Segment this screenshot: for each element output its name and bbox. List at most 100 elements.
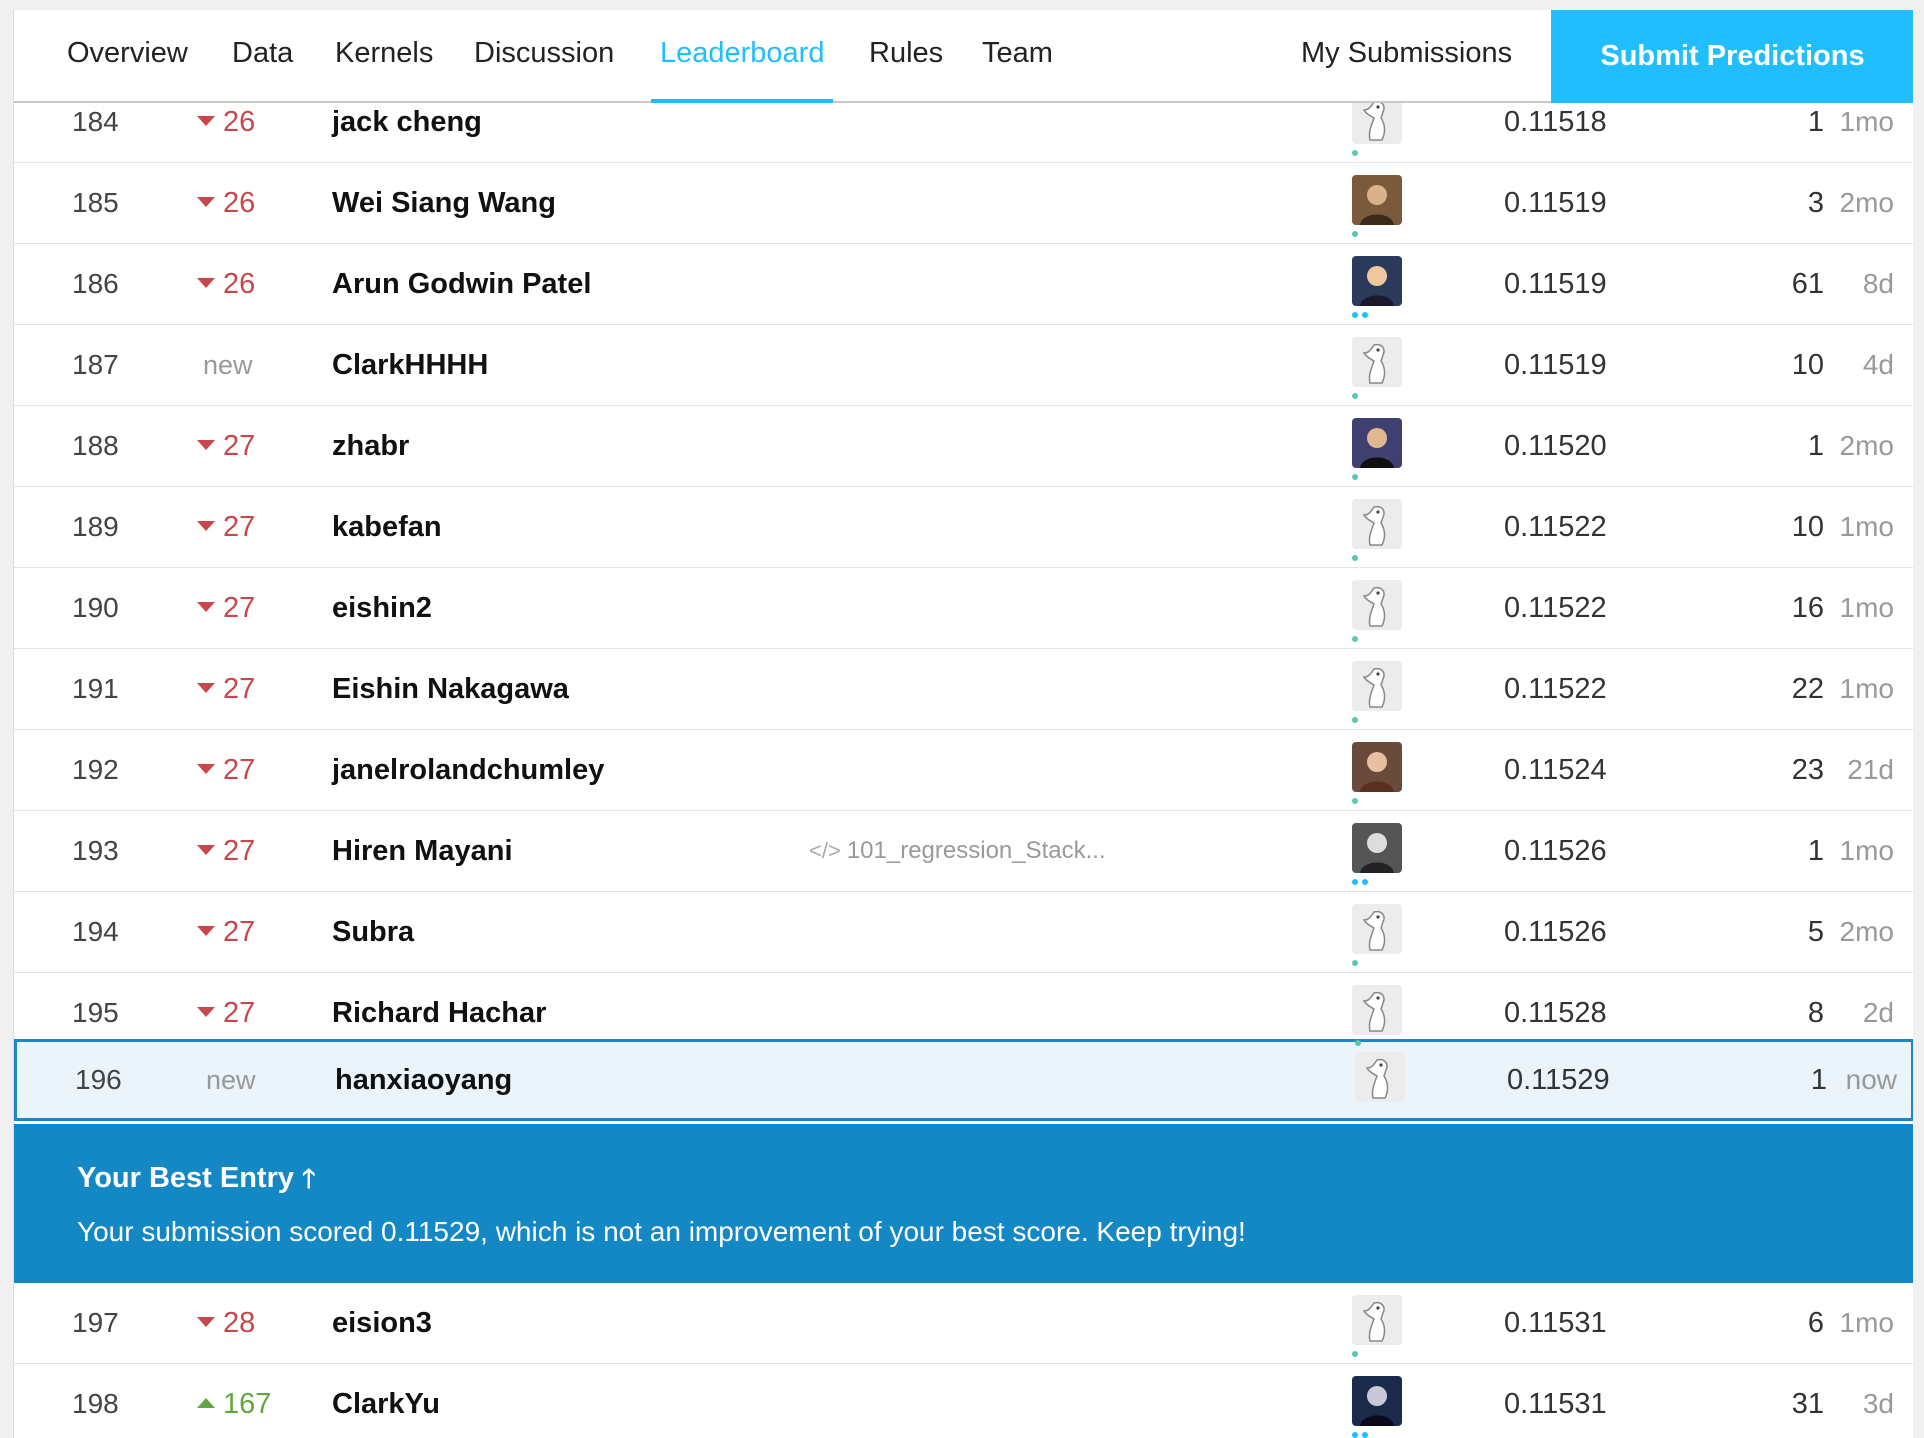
rank-change-cell: 27 xyxy=(197,892,297,972)
rank-cell: 198 xyxy=(72,1388,119,1419)
last-submission-cell: 1mo xyxy=(1839,673,1894,704)
tier-indicator xyxy=(1352,1351,1362,1357)
triangle-down-icon xyxy=(197,521,215,532)
kaggle-bird-icon[interactable] xyxy=(1355,1052,1405,1102)
tier-dot xyxy=(1362,312,1368,318)
rank-change-value: 27 xyxy=(223,754,256,786)
rank-change-value: 27 xyxy=(223,835,256,867)
last-submission-cell: now xyxy=(1845,1064,1897,1095)
table-row[interactable]: 187 new ClarkHHHH 0.11519 10 4d xyxy=(14,325,1913,406)
triangle-down-icon xyxy=(197,197,215,208)
avatar[interactable] xyxy=(1352,1376,1402,1426)
rank-change-value: 28 xyxy=(223,1307,256,1339)
kaggle-bird-icon[interactable] xyxy=(1352,904,1402,954)
tab-rules[interactable]: Rules xyxy=(869,10,943,103)
rank-cell: 192 xyxy=(72,754,119,785)
my-entry-row[interactable]: 196 new hanxiaoyang 0.11529 1 now xyxy=(14,1039,1913,1121)
table-row[interactable]: 189 27 kabefan 0.11522 10 1mo xyxy=(14,487,1913,568)
kaggle-bird-icon[interactable] xyxy=(1352,337,1402,387)
team-name-link[interactable]: zhabr xyxy=(332,406,1032,486)
tab-discussion[interactable]: Discussion xyxy=(474,10,614,103)
team-name-link[interactable]: eision3 xyxy=(332,1283,1032,1363)
submit-predictions-button[interactable]: Submit Predictions xyxy=(1551,10,1913,103)
table-row[interactable]: 191 27 Eishin Nakagawa 0.11522 22 1mo xyxy=(14,649,1913,730)
kernel-link[interactable]: </> 101_regression_Stack... xyxy=(809,811,1139,891)
tier-dot xyxy=(1352,474,1358,480)
team-name-link[interactable]: ClarkHHHH xyxy=(332,325,1032,405)
tier-dot xyxy=(1352,636,1358,642)
team-name-link[interactable]: Arun Godwin Patel xyxy=(332,244,1032,324)
banner-message: Your submission scored 0.11529, which is… xyxy=(77,1216,1246,1247)
avatar[interactable] xyxy=(1352,418,1402,468)
my-submissions-link[interactable]: My Submissions xyxy=(1301,10,1512,103)
last-submission-cell: 1mo xyxy=(1839,1307,1894,1338)
team-name-link[interactable]: eishin2 xyxy=(332,568,1032,648)
tier-indicator xyxy=(1355,1040,1365,1046)
tier-indicator xyxy=(1352,231,1362,237)
table-row[interactable]: 185 26 Wei Siang Wang 0.11519 3 2mo xyxy=(14,163,1913,244)
rank-change-cell: 27 xyxy=(197,730,297,810)
kaggle-bird-icon[interactable] xyxy=(1352,580,1402,630)
rank-change-value: 26 xyxy=(223,106,256,138)
avatar[interactable] xyxy=(1352,175,1402,225)
tier-indicator xyxy=(1352,636,1362,642)
tier-dot xyxy=(1352,312,1358,318)
kaggle-bird-icon[interactable] xyxy=(1352,661,1402,711)
avatar[interactable] xyxy=(1352,256,1402,306)
rank-change-value: 167 xyxy=(223,1388,272,1420)
team-name-link[interactable]: ClarkYu xyxy=(332,1364,1032,1438)
triangle-down-icon xyxy=(197,116,215,127)
table-row[interactable]: 194 27 Subra 0.11526 5 2mo xyxy=(14,892,1913,973)
rank-change-cell: 26 xyxy=(197,244,297,324)
arrow-up-icon: 🡑 xyxy=(302,1163,316,1193)
team-name-link[interactable]: kabefan xyxy=(332,487,1032,567)
tab-team[interactable]: Team xyxy=(982,10,1053,103)
competition-nav: Overview Data Kernels Discussion Leaderb… xyxy=(14,10,1913,103)
rank-change-cell: new xyxy=(203,350,253,380)
tab-leaderboard[interactable]: Leaderboard xyxy=(650,10,834,103)
rank-cell: 197 xyxy=(72,1307,119,1338)
rank-change-value: 27 xyxy=(223,916,256,948)
last-submission-cell: 2mo xyxy=(1839,916,1894,947)
rank-change-cell: new xyxy=(206,1065,256,1095)
kaggle-bird-icon[interactable] xyxy=(1352,985,1402,1035)
team-name-link[interactable]: janelrolandchumley xyxy=(332,730,1032,810)
triangle-down-icon xyxy=(197,278,215,289)
table-row[interactable]: 186 26 Arun Godwin Patel 0.11519 61 8d xyxy=(14,244,1913,325)
kaggle-bird-icon[interactable] xyxy=(1352,499,1402,549)
score-cell: 0.11519 xyxy=(1504,349,1607,381)
team-name-link[interactable]: Eishin Nakagawa xyxy=(332,649,1032,729)
score-cell: 0.11522 xyxy=(1504,511,1607,543)
best-entry-banner: Your Best Entry 🡑 Your submission scored … xyxy=(14,1124,1913,1283)
triangle-down-icon xyxy=(197,602,215,613)
team-name-link[interactable]: Wei Siang Wang xyxy=(332,163,1032,243)
triangle-up-icon xyxy=(197,1398,215,1409)
rank-change-cell: 27 xyxy=(197,811,297,891)
tab-kernels[interactable]: Kernels xyxy=(335,10,433,103)
tab-overview[interactable]: Overview xyxy=(67,10,188,103)
table-row[interactable]: 197 28 eision3 0.11531 6 1mo xyxy=(14,1283,1913,1364)
kaggle-bird-icon[interactable] xyxy=(1352,1295,1402,1345)
table-row[interactable]: 193 27 Hiren Mayani </> 101_regression_Stack… xyxy=(14,811,1913,892)
team-name-link[interactable]: hanxiaoyang xyxy=(335,1040,1035,1120)
table-row[interactable]: 190 27 eishin2 0.11522 16 1mo xyxy=(14,568,1913,649)
table-row[interactable]: 188 27 zhabr 0.11520 1 2mo xyxy=(14,406,1913,487)
tier-indicator xyxy=(1352,717,1362,723)
tier-dot xyxy=(1352,717,1358,723)
table-row[interactable]: 198 167 ClarkYu 0.11531 31 3d xyxy=(14,1364,1913,1438)
avatar[interactable] xyxy=(1352,742,1402,792)
rank-cell: 190 xyxy=(72,592,119,623)
table-row[interactable]: 192 27 janelrolandchumley 0.11524 23 21d xyxy=(14,730,1913,811)
avatar[interactable] xyxy=(1352,823,1402,873)
tab-data[interactable]: Data xyxy=(232,10,293,103)
tier-dot xyxy=(1352,150,1358,156)
triangle-down-icon xyxy=(197,845,215,856)
rank-cell: 193 xyxy=(72,835,119,866)
triangle-down-icon xyxy=(197,764,215,775)
last-submission-cell: 21d xyxy=(1847,754,1894,785)
team-name-link[interactable]: Subra xyxy=(332,892,1032,972)
tier-dot xyxy=(1362,879,1368,885)
score-cell: 0.11524 xyxy=(1504,754,1607,786)
tier-dot xyxy=(1352,231,1358,237)
tier-dot xyxy=(1352,960,1358,966)
